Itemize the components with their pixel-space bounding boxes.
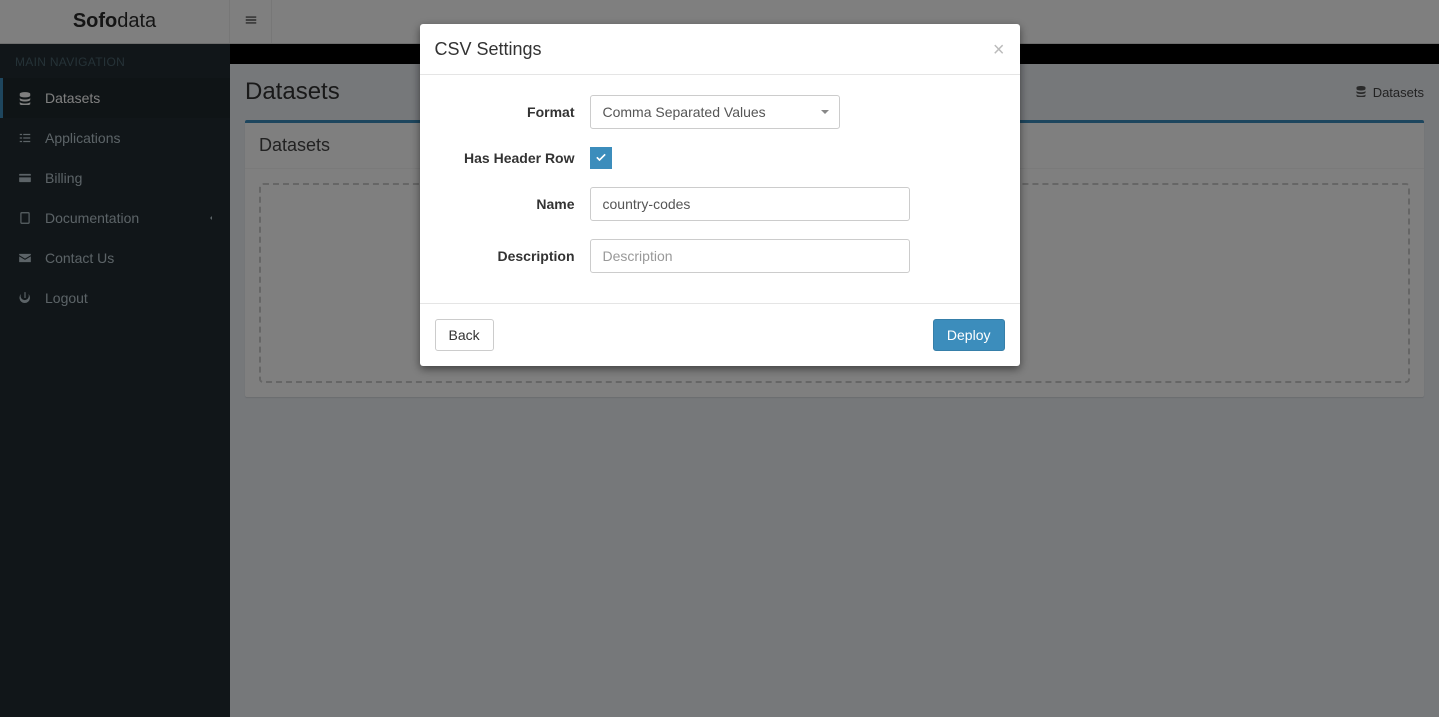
format-label: Format	[435, 104, 590, 120]
close-icon: ×	[993, 39, 1005, 61]
modal-body: Format Comma Separated Values Has Header…	[420, 75, 1020, 303]
description-label: Description	[435, 248, 590, 264]
name-label: Name	[435, 196, 590, 212]
back-button[interactable]: Back	[435, 319, 494, 351]
description-input[interactable]	[590, 239, 910, 273]
has-header-checkbox[interactable]	[590, 147, 612, 169]
modal-close-button[interactable]: ×	[993, 40, 1005, 60]
format-select[interactable]: Comma Separated Values	[590, 95, 840, 129]
modal-footer: Back Deploy	[420, 303, 1020, 366]
deploy-button[interactable]: Deploy	[933, 319, 1005, 351]
csv-settings-modal: CSV Settings × Format Comma Separated Va…	[420, 24, 1020, 366]
caret-down-icon	[821, 110, 829, 114]
modal-title: CSV Settings	[435, 39, 542, 60]
name-input[interactable]	[590, 187, 910, 221]
modal-header: CSV Settings ×	[420, 24, 1020, 75]
check-icon	[595, 150, 607, 166]
format-selected-value: Comma Separated Values	[603, 104, 766, 120]
has-header-label: Has Header Row	[435, 150, 590, 166]
